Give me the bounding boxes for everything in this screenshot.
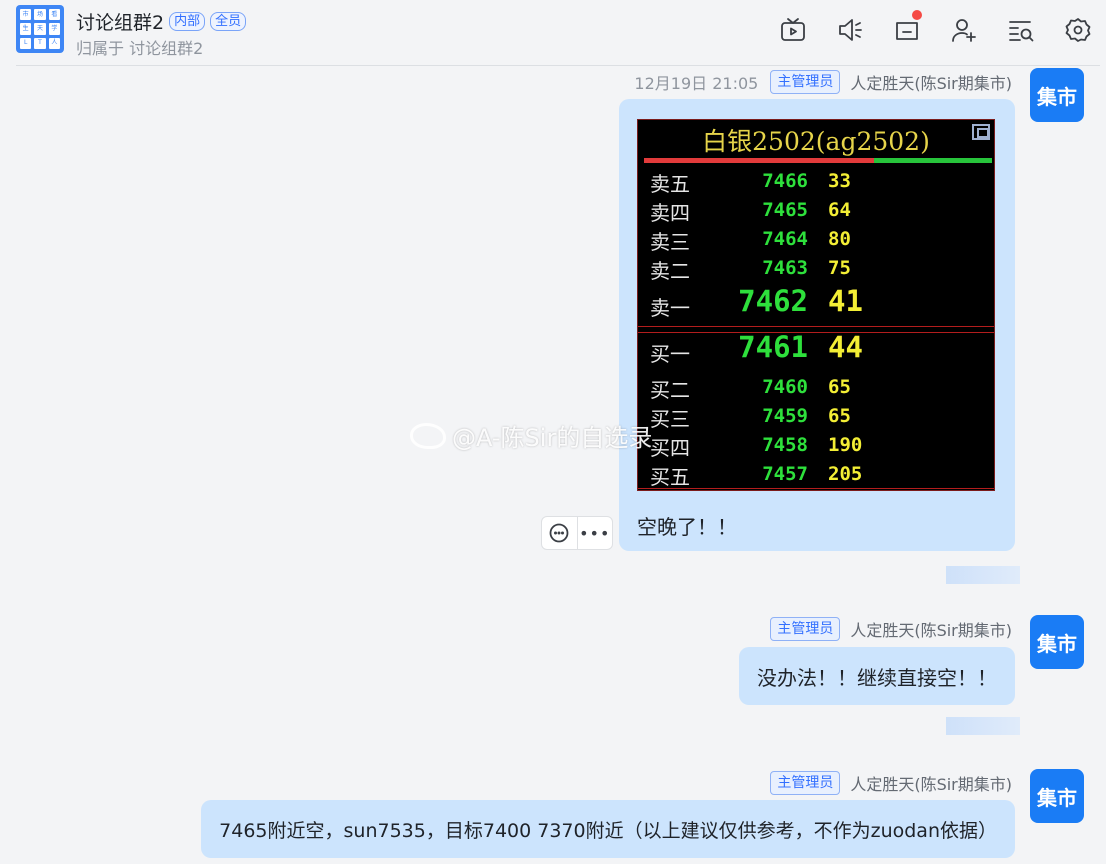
avatar-cell: L (20, 37, 32, 49)
message-bubble[interactable]: 白银2502(ag2502) 卖五 7466 33 卖四 7465 64 卖三 … (619, 99, 1015, 551)
inbox-button[interactable] (889, 10, 925, 46)
ask-volume: 33 (828, 170, 851, 192)
add-member-button[interactable] (946, 14, 982, 46)
quote-divider (638, 488, 994, 489)
search-list-icon (1009, 21, 1034, 42)
notification-dot (912, 10, 922, 20)
quote-title: 白银2502(ag2502) (702, 127, 930, 156)
bid-price: 7461 (738, 330, 808, 364)
sender-avatar[interactable]: 集市 (1030, 68, 1084, 122)
message-bubble[interactable]: 没办法！！继续直接空！！ (739, 647, 1015, 705)
settings-button[interactable] (1060, 14, 1096, 46)
more-button[interactable]: ••• (576, 517, 613, 549)
bid-volume: 205 (828, 463, 863, 485)
tv-icon (781, 18, 805, 41)
tag-internal: 内部 (169, 12, 206, 31)
chat-header: 市 场 看 生 天 学 L T 人 讨论组群2 内部 全员 归属于 讨论组群2 (0, 0, 1106, 66)
bid-label: 买三 (650, 407, 690, 431)
ask-label: 卖三 (650, 230, 690, 254)
settings-icon (1065, 18, 1091, 42)
bid-label: 买四 (650, 436, 690, 460)
avatar-cell: 市 (20, 9, 32, 21)
message-meta: 12月19日 21:05 主管理员 人定胜天(陈Sir期集市) (634, 70, 1012, 94)
avatar-cell: 生 (20, 23, 32, 35)
sender-avatar[interactable]: 集市 (1030, 769, 1084, 823)
message-text: 7465附近空，sun7535，目标7400 7370附近（以上建议仅供参考，不… (219, 819, 997, 842)
message-text: 没办法！！继续直接空！！ (757, 665, 997, 690)
bid-price: 7458 (762, 434, 808, 456)
header-toolbar (775, 10, 1096, 46)
ask-price: 7466 (762, 170, 808, 192)
bid-label: 买一 (650, 342, 690, 366)
avatar-cell: 场 (34, 9, 46, 21)
weibo-icon (410, 422, 446, 449)
ask-price: 7463 (762, 257, 808, 279)
sender-name[interactable]: 人定胜天(陈Sir期集市) (850, 771, 1012, 795)
ask-price: 7462 (738, 284, 808, 318)
ask-price: 7465 (762, 199, 808, 221)
bid-price: 7460 (762, 376, 808, 398)
add-member-icon (952, 19, 976, 42)
sender-name[interactable]: 人定胜天(陈Sir期集市) (850, 70, 1012, 94)
sender-avatar[interactable]: 集市 (1030, 615, 1084, 669)
buy-pressure-bar (874, 158, 992, 163)
bid-price: 7459 (762, 405, 808, 427)
message-meta: 主管理员 人定胜天(陈Sir期集市) (770, 617, 1012, 641)
bid-label: 买五 (650, 465, 690, 489)
ask-price: 7464 (762, 228, 808, 250)
role-tag: 主管理员 (770, 617, 841, 641)
comment-icon (549, 523, 569, 543)
read-status[interactable] (946, 717, 1020, 735)
tag-all-members: 全员 (210, 12, 247, 31)
inbox-icon (896, 22, 918, 40)
role-tag: 主管理员 (770, 70, 841, 94)
tv-button[interactable] (775, 14, 811, 46)
ask-label: 卖一 (650, 296, 690, 320)
header-divider (16, 65, 1100, 66)
group-name[interactable]: 讨论组群2 (76, 8, 164, 35)
watermark-text: @A-陈Sir的自选录 (452, 424, 653, 452)
bid-label: 买二 (650, 378, 690, 402)
ask-volume: 75 (828, 257, 851, 279)
bid-volume: 44 (828, 330, 863, 364)
mute-button[interactable] (832, 14, 868, 46)
more-icon: ••• (579, 523, 611, 543)
message-text: 空晚了！！ (637, 515, 737, 539)
ask-volume: 80 (828, 228, 851, 250)
group-subtitle: 归属于 讨论组群2 (76, 39, 204, 58)
speaker-icon (839, 19, 862, 41)
avatar-cell: 看 (48, 9, 60, 21)
reply-button[interactable] (542, 517, 577, 549)
message-bubble[interactable]: 7465附近空，sun7535，目标7400 7370附近（以上建议仅供参考，不… (201, 800, 1015, 858)
bid-volume: 65 (828, 376, 851, 398)
message-actions: ••• (541, 516, 613, 550)
ask-label: 卖四 (650, 201, 690, 225)
quote-image[interactable]: 白银2502(ag2502) 卖五 7466 33 卖四 7465 64 卖三 … (637, 119, 995, 491)
window-icon (972, 124, 990, 140)
ask-label: 卖二 (650, 259, 690, 283)
sell-pressure-bar (644, 158, 874, 163)
bid-volume: 190 (828, 434, 863, 456)
ask-volume: 64 (828, 199, 851, 221)
bid-price: 7457 (762, 463, 808, 485)
role-tag: 主管理员 (770, 771, 841, 795)
avatar-cell: T (34, 37, 46, 49)
read-status[interactable] (946, 566, 1020, 584)
group-avatar[interactable]: 市 场 看 生 天 学 L T 人 (16, 5, 64, 53)
avatar-cell: 天 (34, 23, 46, 35)
ask-volume: 41 (828, 284, 863, 318)
message-time: 12月19日 21:05 (634, 74, 759, 93)
bid-volume: 65 (828, 405, 851, 427)
watermark: @A-陈Sir的自选录 (410, 418, 652, 453)
avatar-cell: 人 (48, 37, 60, 49)
group-title: 讨论组群2 内部 全员 (76, 8, 247, 35)
quote-divider (638, 332, 994, 333)
message-meta: 主管理员 人定胜天(陈Sir期集市) (770, 771, 1012, 795)
quote-divider (638, 326, 994, 327)
avatar-cell: 学 (48, 23, 60, 35)
ask-label: 卖五 (650, 172, 690, 196)
sender-name[interactable]: 人定胜天(陈Sir期集市) (850, 617, 1012, 641)
search-messages-button[interactable] (1003, 14, 1039, 46)
